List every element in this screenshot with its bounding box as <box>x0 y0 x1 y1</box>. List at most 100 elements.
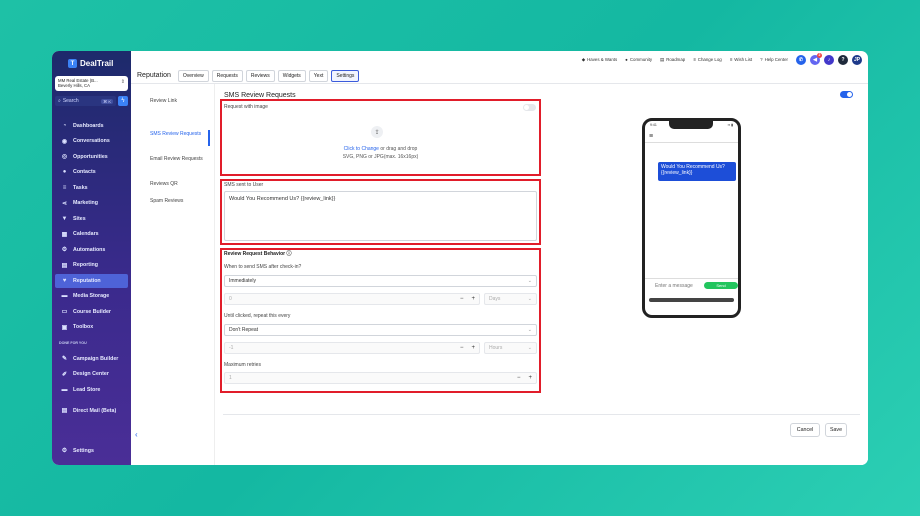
help-icon[interactable]: ? <box>838 54 848 65</box>
tab-settings[interactable]: Settings <box>331 69 360 82</box>
subnav-reviews-qr[interactable]: Reviews QR <box>150 181 206 188</box>
sidebar-item-media-storage[interactable]: ▬ Media Storage <box>55 290 128 304</box>
updown-chevron-icon: ⇕ <box>120 79 125 85</box>
filter-icon: ▼ <box>61 215 68 222</box>
tab-yext[interactable]: Yext <box>308 69 329 82</box>
sidebar-item-course-builder[interactable]: ▭ Course Builder <box>55 305 128 319</box>
tab-overview[interactable]: Overview <box>177 69 209 82</box>
search-icon: ⌕ <box>58 98 61 104</box>
request-image-toggle[interactable] <box>523 104 536 111</box>
calendar-icon: ▦ <box>61 231 68 238</box>
tab-reviews[interactable]: Reviews <box>245 69 275 82</box>
sidebar-item-marketing[interactable]: ⋖ Marketing <box>55 197 128 211</box>
collapse-chevron-icon[interactable]: ‹ <box>135 430 138 439</box>
gear-icon: ⚙ <box>61 448 68 455</box>
speedometer-icon: ◔ <box>62 122 67 129</box>
plus-icon[interactable]: + <box>528 375 532 381</box>
sidebar-item-lead-store[interactable]: ▬ Lead Store <box>55 383 128 397</box>
target-icon: ◎ <box>61 154 68 161</box>
share-icon: ⋖ <box>61 200 68 207</box>
menu-icon: ≡ <box>649 133 654 140</box>
upload-link[interactable]: Click to Change <box>344 146 379 152</box>
info-icon: ⓘ <box>286 251 292 257</box>
cogs-icon: ⚙ <box>61 247 68 254</box>
retries-number-input[interactable]: 1− + <box>224 372 537 384</box>
subnav-review-link[interactable]: Review Link <box>150 98 206 105</box>
upload-instructions[interactable]: Click to Change or drag and drop <box>222 146 539 152</box>
minus-icon[interactable]: − <box>460 296 464 302</box>
bell-icon[interactable]: ♪ <box>824 54 834 65</box>
sidebar-item-dashboards[interactable]: ◔ Dashboards <box>55 119 128 133</box>
sidebar-item-toolbox[interactable]: ▣ Toolbox <box>55 321 128 335</box>
phone-icon[interactable]: ✆ <box>796 54 806 65</box>
avatar[interactable]: JP <box>852 54 862 65</box>
sidebar-item-design-center[interactable]: ✐ Design Center <box>55 368 128 382</box>
sidebar-nav: ◔ Dashboards ◉ Conversations ◎ Opportunitie… <box>55 119 128 334</box>
topnav-wish-list[interactable]: ≡ Wish List <box>730 57 752 62</box>
topnav-roadmap[interactable]: ▤ Roadmap <box>660 57 685 63</box>
phone-preview: 9:41 ▪▪ ▮ ≡ Would You Recommend Us? {{re… <box>642 118 741 318</box>
store-icon: ▬ <box>61 386 68 393</box>
plus-icon[interactable]: + <box>471 345 475 351</box>
upload-icon[interactable]: ⇪ <box>371 126 383 138</box>
sidebar-item-settings[interactable]: ⚙ Settings <box>55 444 128 458</box>
topnav-haves-wants[interactable]: ◆ Haves & Wants <box>582 57 617 63</box>
repeat-number-input[interactable]: -1− + <box>224 342 480 354</box>
heart-icon: ♥ <box>62 277 67 284</box>
sidebar-item-reporting[interactable]: ▤ Reporting <box>55 259 128 273</box>
minus-icon[interactable]: − <box>517 375 521 381</box>
sidebar-item-automations[interactable]: ⚙ Automations <box>55 243 128 257</box>
sms-message-textarea[interactable]: Would You Recommend Us? {{review_link}} <box>224 191 537 241</box>
tab-requests[interactable]: Requests <box>211 69 243 82</box>
app-logo[interactable]: T DealTrail <box>52 51 131 68</box>
sidebar-item-direct-mail[interactable]: ▤ Direct Mail (Beta) <box>55 404 128 418</box>
behavior-label: Review Request Behavior ⓘ <box>224 251 292 257</box>
sidebar-item-tasks[interactable]: ≡ Tasks <box>55 181 128 195</box>
tab-widgets[interactable]: Widgets <box>277 69 306 82</box>
chart-icon: ▤ <box>61 262 68 269</box>
topnav-change-log[interactable]: ≡ Change Log <box>693 57 722 62</box>
cancel-button[interactable]: Cancel <box>790 423 820 437</box>
sms-label: SMS sent to User <box>224 182 264 188</box>
when-select[interactable]: Immediately ⌄ <box>224 275 537 287</box>
map-icon: ▤ <box>660 56 665 62</box>
location-switcher[interactable]: MM Real Estate (B... Beverly Hills, CA ⇕ <box>55 76 128 91</box>
megaphone-icon[interactable]: ◀ 2 <box>810 52 822 65</box>
topnav-help-center[interactable]: ? Help Center <box>760 57 788 62</box>
brush-icon: ✐ <box>61 371 68 378</box>
chat-icon: ◉ <box>61 138 68 145</box>
sidebar-item-campaign-builder[interactable]: ✎ Campaign Builder <box>55 352 128 366</box>
topnav-community[interactable]: ● Community <box>625 57 652 62</box>
toolbox-icon: ▣ <box>61 324 68 331</box>
wishlist-icon: ≡ <box>729 57 733 62</box>
sidebar-item-calendars[interactable]: ▦ Calendars <box>55 228 128 242</box>
save-button[interactable]: Save <box>825 423 847 437</box>
folder-icon: ▬ <box>61 293 68 300</box>
sms-requests-toggle[interactable] <box>840 91 853 98</box>
active-indicator <box>208 130 210 146</box>
delay-number-input[interactable]: 0− + <box>224 293 480 305</box>
location-address: Beverly Hills, CA <box>58 83 90 88</box>
status-icons: ▪▪ ▮ <box>727 123 733 127</box>
phone-notch <box>669 121 713 129</box>
subnav-sms-review-requests[interactable]: SMS Review Requests <box>150 131 206 138</box>
logo-icon: T <box>68 59 77 68</box>
minus-icon[interactable]: − <box>460 345 464 351</box>
sidebar-item-conversations[interactable]: ◉ Conversations <box>55 135 128 149</box>
sidebar: T DealTrail MM Real Estate (B... Beverly … <box>52 51 131 465</box>
sidebar-item-sites[interactable]: ▼ Sites <box>55 212 128 226</box>
sms-settings-panel: SMS Review Requests Request with image ⇪… <box>214 84 868 465</box>
subnav-spam-reviews[interactable]: Spam Reviews <box>150 198 206 205</box>
app-window: T DealTrail MM Real Estate (B... Beverly … <box>52 51 868 465</box>
sidebar-item-reputation[interactable]: ♥ Reputation <box>55 274 128 288</box>
delay-unit-select[interactable]: Days ⌄ <box>484 293 537 305</box>
quick-action-bolt-icon[interactable]: ϟ <box>118 96 128 106</box>
sidebar-item-opportunities[interactable]: ◎ Opportunities <box>55 150 128 164</box>
repeat-unit-select[interactable]: Hours ⌄ <box>484 342 537 354</box>
sidebar-item-contacts[interactable]: ● Contacts <box>55 166 128 180</box>
subnav-email-review-requests[interactable]: Email Review Requests <box>150 156 206 163</box>
settings-subnav: Review Link SMS Review Requests Email Re… <box>131 84 214 465</box>
plus-icon[interactable]: + <box>471 296 475 302</box>
repeat-select[interactable]: Don't Repeat ⌄ <box>224 324 537 336</box>
search-input[interactable]: ⌕ Search ⌘ K <box>55 96 116 106</box>
